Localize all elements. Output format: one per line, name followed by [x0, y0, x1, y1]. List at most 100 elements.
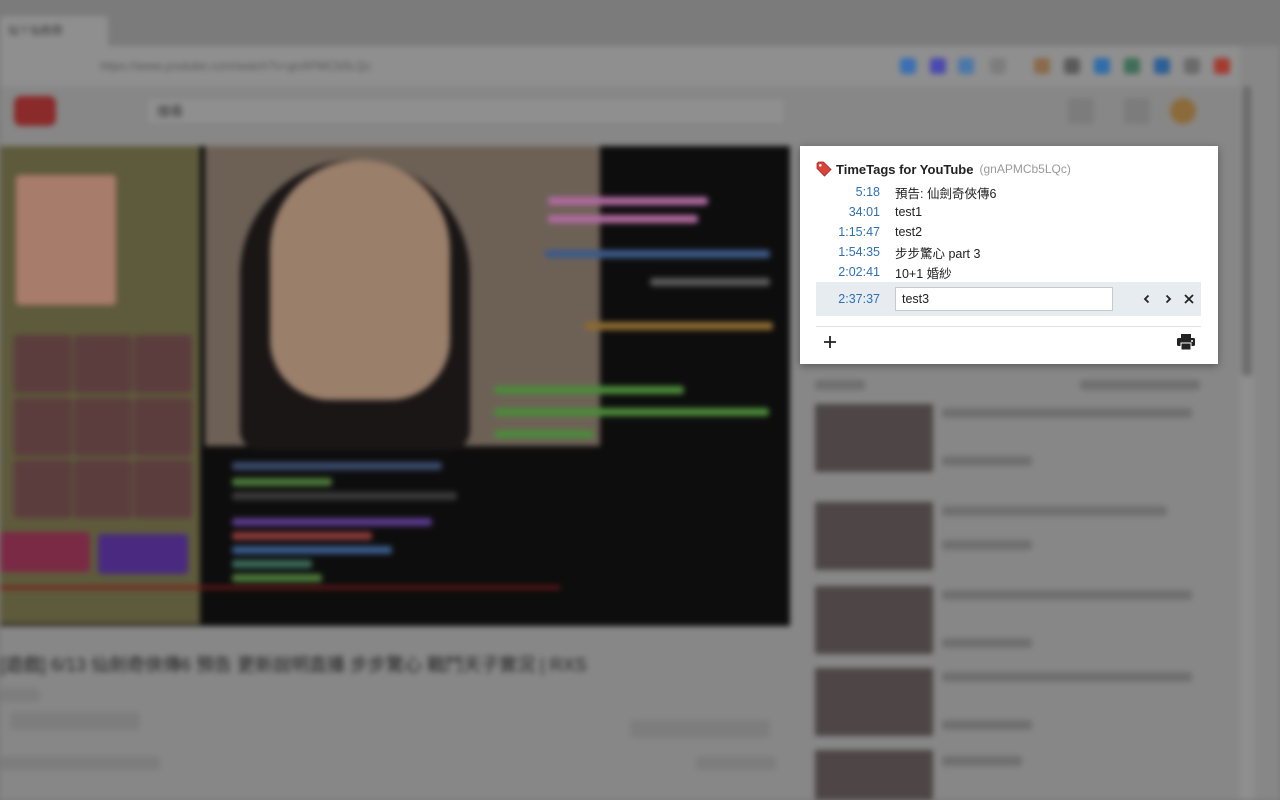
- related-video-meta: [942, 540, 1032, 550]
- tag-row: 2:02:41 10+1 婚紗: [816, 262, 1201, 282]
- notifications-icon[interactable]: [1124, 98, 1150, 124]
- tag-row: 34:01 test1: [816, 202, 1201, 222]
- related-video-title[interactable]: [942, 590, 1192, 600]
- autoplay-toggle[interactable]: [1080, 380, 1200, 390]
- tag-row-editing: 2:37:37: [816, 282, 1201, 316]
- close-icon[interactable]: [1182, 292, 1196, 306]
- related-video-thumbnail[interactable]: [815, 404, 933, 472]
- chat-line: [494, 386, 684, 394]
- tag-timestamp[interactable]: 5:18: [816, 185, 880, 199]
- tag-row: 1:15:47 test2: [816, 222, 1201, 242]
- video-card: [134, 460, 192, 518]
- video-card: [98, 534, 188, 574]
- video-title: [遊戲] 6/13 仙劍奇俠傳6 預告 更新說明直播 步步驚心 戰鬥天子實況 |…: [0, 655, 587, 675]
- video-card: [14, 335, 72, 393]
- browser-tab[interactable]: 仙ㄚ仙劍奇: [0, 16, 108, 46]
- popup-title: TimeTags for YouTube: [836, 161, 974, 177]
- chat-line: [232, 492, 457, 500]
- tag-timestamp[interactable]: 2:02:41: [816, 265, 880, 279]
- popup-header: TimeTags for YouTube (gnAPMCb5LQc): [816, 160, 1071, 178]
- search-input[interactable]: 搜尋: [146, 97, 786, 125]
- extension-icon[interactable]: [1184, 58, 1200, 74]
- chat-line: [232, 532, 372, 540]
- webcam-face: [270, 160, 450, 400]
- page-scrollbar-thumb[interactable]: [1242, 86, 1252, 376]
- tag-label[interactable]: test2: [895, 225, 922, 239]
- related-video-title[interactable]: [942, 756, 1022, 766]
- video-card: [14, 398, 72, 456]
- extension-icon[interactable]: [1034, 58, 1050, 74]
- tag-label-input[interactable]: [895, 287, 1113, 311]
- related-video-title[interactable]: [942, 408, 1192, 418]
- extension-icon[interactable]: [900, 58, 916, 74]
- chat-line: [585, 322, 773, 330]
- chat-line: [548, 215, 698, 223]
- extension-icon[interactable]: [958, 58, 974, 74]
- tag-timestamp[interactable]: 1:54:35: [816, 245, 880, 259]
- video-card: [16, 175, 116, 305]
- chat-line: [232, 546, 392, 554]
- subscribe-button[interactable]: [10, 712, 140, 730]
- extension-icon[interactable]: [1214, 58, 1230, 74]
- like-button[interactable]: [696, 756, 776, 770]
- browser-tab-bar: 仙ㄚ仙劍奇: [0, 0, 1280, 46]
- chat-line: [232, 478, 332, 486]
- tag-label[interactable]: 步步驚心 part 3: [895, 243, 980, 262]
- channel-name: [0, 688, 40, 702]
- avatar[interactable]: [1170, 98, 1196, 124]
- tag-label[interactable]: 10+1 婚紗: [895, 263, 952, 282]
- extension-icon[interactable]: [1154, 58, 1170, 74]
- tag-icon: [816, 161, 832, 177]
- video-card: [74, 460, 132, 518]
- address-bar[interactable]: https://www.youtube.com/watch?v=gnAPMCb5…: [70, 54, 445, 78]
- related-video-thumbnail[interactable]: [815, 750, 933, 800]
- related-video-meta: [942, 638, 1032, 648]
- video-card: [134, 398, 192, 456]
- chat-line: [548, 197, 708, 205]
- related-video-thumbnail[interactable]: [815, 586, 933, 654]
- video-card: [74, 398, 132, 456]
- chat-line: [232, 574, 322, 582]
- extension-icon[interactable]: [1094, 58, 1110, 74]
- chat-line: [494, 430, 594, 438]
- view-count: [630, 720, 770, 738]
- extension-icon[interactable]: [930, 58, 946, 74]
- blurred-background: 仙ㄚ仙劍奇 https://www.youtube.com/watch?v=gn…: [0, 0, 1280, 800]
- related-video-meta: [942, 720, 1032, 730]
- tag-row: 1:54:35 步步驚心 part 3: [816, 242, 1201, 262]
- add-icon[interactable]: [822, 334, 838, 350]
- video-card: [134, 335, 192, 393]
- action-bar[interactable]: [0, 756, 160, 770]
- related-video-thumbnail[interactable]: [815, 502, 933, 570]
- related-video-thumbnail[interactable]: [815, 668, 933, 736]
- chat-line: [232, 518, 432, 526]
- upload-button[interactable]: [1068, 98, 1094, 124]
- chevron-right-icon[interactable]: [1161, 292, 1175, 306]
- chat-line: [545, 250, 770, 258]
- video-card: [14, 460, 72, 518]
- tag-timestamp[interactable]: 34:01: [816, 205, 880, 219]
- related-video-meta: [942, 456, 1032, 466]
- tag-row: 5:18 預告: 仙劍奇俠傳6: [816, 182, 1201, 202]
- tag-list: 5:18 預告: 仙劍奇俠傳6 34:01 test1 1:15:47 test…: [816, 182, 1201, 282]
- related-video-title[interactable]: [942, 672, 1192, 682]
- print-icon[interactable]: [1176, 333, 1196, 351]
- up-next-label: [815, 380, 865, 390]
- tag-label[interactable]: test1: [895, 205, 922, 219]
- youtube-logo[interactable]: [14, 96, 56, 126]
- tag-timestamp[interactable]: 1:15:47: [816, 225, 880, 239]
- divider: [816, 326, 1201, 327]
- extension-icon[interactable]: [990, 58, 1006, 74]
- extension-icon[interactable]: [1124, 58, 1140, 74]
- chat-line: [650, 278, 770, 286]
- video-card: [74, 335, 132, 393]
- chevron-left-icon[interactable]: [1140, 292, 1154, 306]
- timetags-popup: TimeTags for YouTube (gnAPMCb5LQc) 5:18 …: [800, 146, 1218, 364]
- video-id: (gnAPMCb5LQc): [979, 162, 1071, 176]
- tag-label[interactable]: 預告: 仙劍奇俠傳6: [895, 183, 996, 202]
- related-video-title[interactable]: [942, 506, 1167, 516]
- tag-timestamp[interactable]: 2:37:37: [816, 292, 880, 306]
- video-progress-bar[interactable]: [0, 586, 560, 589]
- chat-line: [232, 560, 312, 568]
- extension-icon[interactable]: [1064, 58, 1080, 74]
